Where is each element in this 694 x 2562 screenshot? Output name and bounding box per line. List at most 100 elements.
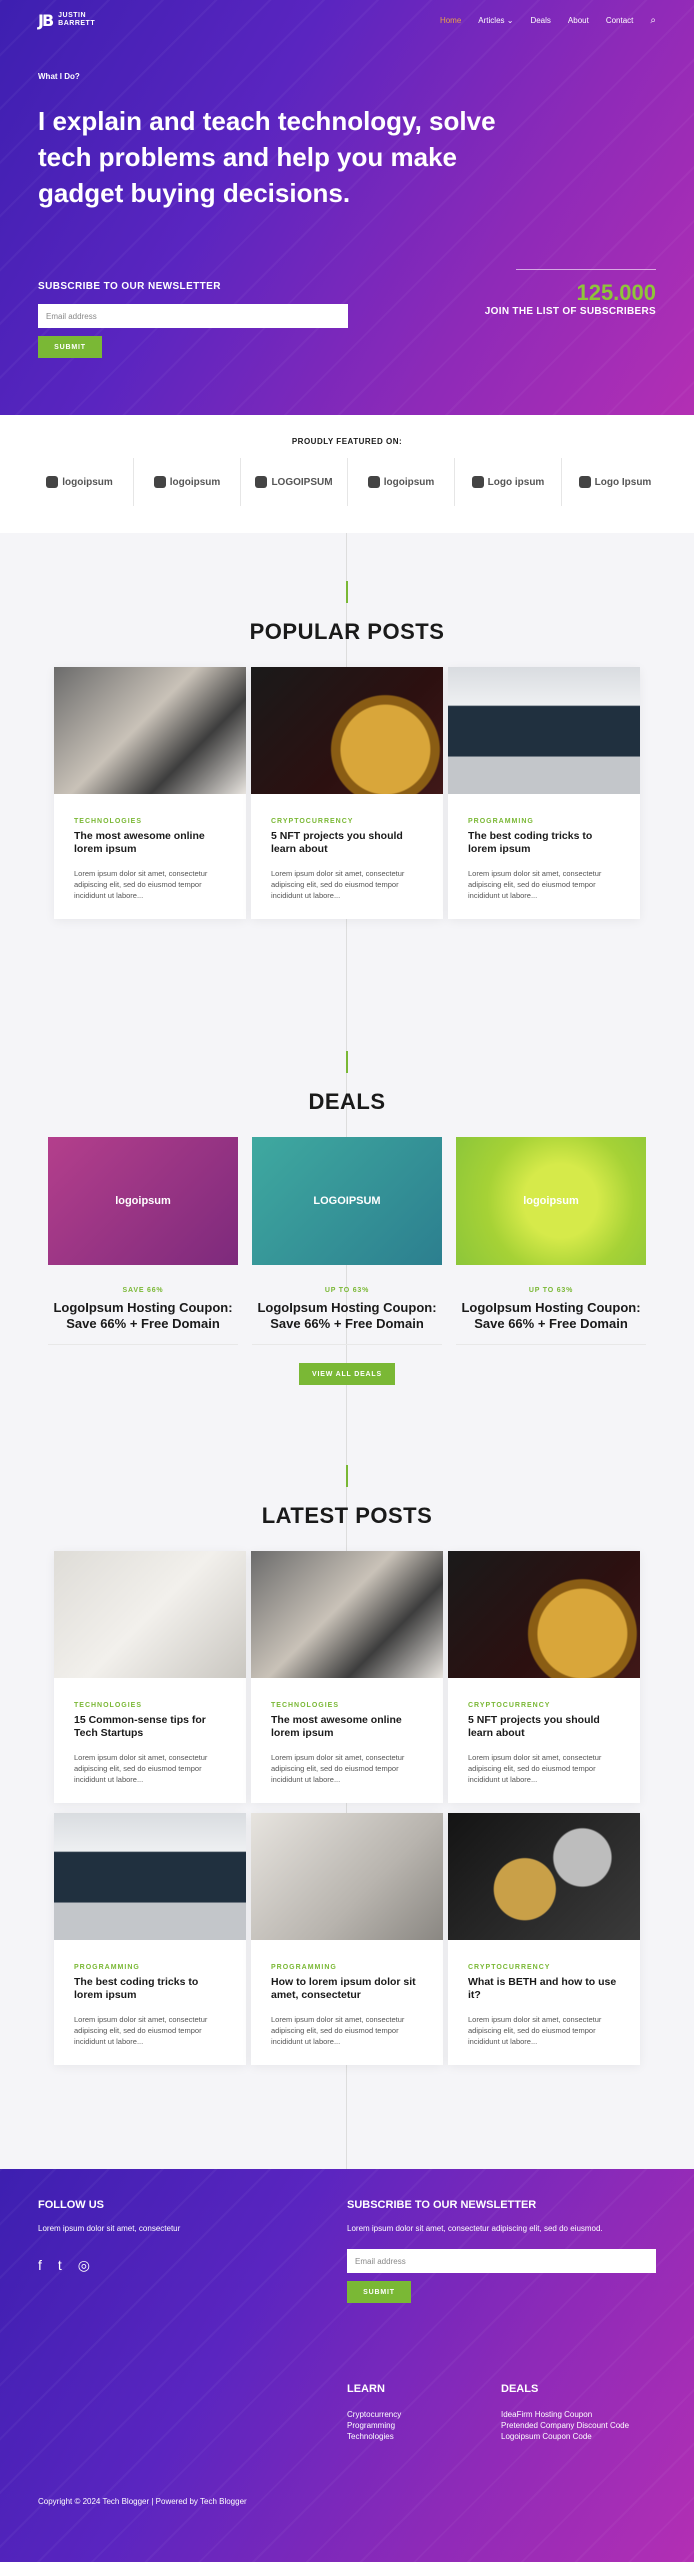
deal-title[interactable]: LogoIpsum Hosting Coupon: Save 66% + Fre… — [252, 1300, 442, 1345]
footer-link[interactable]: Cryptocurrency — [347, 2409, 501, 2420]
post-image[interactable] — [54, 1813, 246, 1940]
latest-posts: LATEST POSTS TECHNOLOGIES 15 Common-sense… — [0, 1403, 694, 2169]
search-icon[interactable]: ⌕ — [650, 15, 656, 26]
twitter-icon[interactable]: t — [58, 2257, 62, 2274]
post-title[interactable]: What is BETH and how to use it? — [468, 1976, 620, 2002]
post-image[interactable] — [54, 667, 246, 794]
post-image[interactable] — [251, 1813, 443, 1940]
post-title[interactable]: 5 NFT projects you should learn about — [271, 830, 423, 856]
post-title[interactable]: The most awesome online lorem ipsum — [271, 1714, 423, 1740]
post-card[interactable]: CRYPTOCURRENCY What is BETH and how to us… — [448, 1813, 640, 2065]
view-all-deals-button[interactable]: VIEW ALL DEALS — [299, 1363, 395, 1385]
deal-tag: SAVE 66% — [122, 1287, 164, 1294]
deal-image[interactable]: logoipsum — [48, 1137, 238, 1265]
deal-image[interactable]: LOGOIPSUM — [252, 1137, 442, 1265]
subscriber-label: JOIN THE LIST OF SUBSCRIBERS — [484, 306, 656, 317]
post-category[interactable]: CRYPTOCURRENCY — [468, 1702, 620, 1709]
logo-mark: JB — [38, 10, 54, 30]
featured-logo: logoipsum — [347, 458, 454, 506]
post-body: TECHNOLOGIES The most awesome online lore… — [54, 794, 246, 919]
nav-item[interactable]: Articles ⌄ — [478, 16, 513, 25]
footer-email-input[interactable]: Email address — [347, 2249, 656, 2273]
logo-name: logoipsum — [62, 476, 113, 488]
email-input[interactable]: Email address — [38, 304, 348, 328]
post-category[interactable]: PROGRAMMING — [468, 818, 620, 825]
post-card[interactable]: CRYPTOCURRENCY 5 NFT projects you should … — [448, 1551, 640, 1803]
hero-newsletter: SUBSCRIBE TO OUR NEWSLETTER Email addres… — [38, 281, 348, 358]
popular-posts: POPULAR POSTS TECHNOLOGIES The most aweso… — [0, 533, 694, 943]
post-image[interactable] — [448, 1551, 640, 1678]
post-card[interactable]: TECHNOLOGIES The most awesome online lore… — [251, 1551, 443, 1803]
footer-link[interactable]: Programming — [347, 2420, 501, 2431]
section-accent — [346, 1051, 348, 1073]
post-body: TECHNOLOGIES The most awesome online lore… — [251, 1678, 443, 1803]
deal-logo: logoipsum — [523, 1195, 579, 1207]
nav-item[interactable]: Home — [440, 16, 461, 25]
post-category[interactable]: TECHNOLOGIES — [74, 818, 226, 825]
featured-logo: Logo ipsum — [454, 458, 561, 506]
logo-name: Logo ipsum — [487, 476, 545, 488]
deal-cards: logoipsum SAVE 66% LogoIpsum Hosting Coupo… — [0, 1137, 694, 1345]
footer-link[interactable]: Pretended Company Discount Code — [501, 2420, 655, 2431]
post-card[interactable]: TECHNOLOGIES 15 Common-sense tips for Tec… — [54, 1551, 246, 1803]
deal-card[interactable]: LOGOIPSUM UP TO 63% LogoIpsum Hosting Coup… — [252, 1137, 442, 1345]
post-title[interactable]: The best coding tricks to lorem ipsum — [468, 830, 620, 856]
section-accent — [346, 581, 348, 603]
deal-title[interactable]: LogoIpsum Hosting Coupon: Save 66% + Fre… — [48, 1300, 238, 1345]
logo-icon — [578, 476, 591, 488]
post-category[interactable]: TECHNOLOGIES — [271, 1702, 423, 1709]
post-image[interactable] — [54, 1551, 246, 1678]
footer-submit-button[interactable]: SUBMIT — [347, 2281, 411, 2303]
post-card[interactable]: PROGRAMMING How to lorem ipsum dolor sit … — [251, 1813, 443, 2065]
post-card[interactable]: CRYPTOCURRENCY 5 NFT projects you should … — [251, 667, 443, 919]
subscriber-count: 125.000 JOIN THE LIST OF SUBSCRIBERS — [485, 269, 656, 358]
facebook-icon[interactable]: f — [38, 2257, 42, 2274]
site-logo[interactable]: JB JUSTIN BARRETT — [38, 11, 95, 30]
post-category[interactable]: PROGRAMMING — [271, 1964, 423, 1971]
post-title[interactable]: 5 NFT projects you should learn about — [468, 1714, 620, 1740]
deal-image[interactable]: logoipsum — [456, 1137, 646, 1265]
post-title[interactable]: How to lorem ipsum dolor sit amet, conse… — [271, 1976, 423, 2002]
section-title: LATEST POSTS — [261, 1503, 433, 1528]
footer-link[interactable]: IdeaFirm Hosting Coupon — [501, 2409, 655, 2420]
post-excerpt: Lorem ipsum dolor sit amet, consectetur … — [271, 2015, 405, 2046]
post-image[interactable] — [448, 1813, 640, 1940]
logo-text: JUSTIN BARRETT — [58, 12, 95, 28]
post-title[interactable]: 15 Common-sense tips for Tech Startups — [74, 1714, 226, 1740]
post-excerpt: Lorem ipsum dolor sit amet, consectetur … — [468, 1753, 602, 1784]
post-body: PROGRAMMING How to lorem ipsum dolor sit … — [251, 1940, 443, 2065]
post-category[interactable]: CRYPTOCURRENCY — [271, 818, 423, 825]
post-image[interactable] — [251, 1551, 443, 1678]
post-image[interactable] — [448, 667, 640, 794]
post-category[interactable]: PROGRAMMING — [74, 1964, 226, 1971]
hero-eyebrow: What I Do? — [38, 72, 80, 81]
post-body: PROGRAMMING The best coding tricks to lor… — [54, 1940, 246, 2065]
copyright: Copyright © 2024 Tech Blogger | Powered … — [38, 2497, 247, 2506]
post-card[interactable]: PROGRAMMING The best coding tricks to lor… — [54, 1813, 246, 2065]
deals-title: DEALS — [501, 2383, 539, 2395]
post-card[interactable]: PROGRAMMING The best coding tricks to lor… — [448, 667, 640, 919]
deal-card[interactable]: logoipsum SAVE 66% LogoIpsum Hosting Coupo… — [48, 1137, 238, 1345]
deal-card[interactable]: logoipsum UP TO 63% LogoIpsum Hosting Coup… — [456, 1137, 646, 1345]
post-title[interactable]: The most awesome online lorem ipsum — [74, 830, 226, 856]
submit-button[interactable]: SUBMIT — [38, 336, 102, 358]
post-category[interactable]: CRYPTOCURRENCY — [468, 1964, 620, 1971]
nav-item[interactable]: About — [568, 16, 589, 25]
instagram-icon[interactable]: ◎ — [78, 2257, 90, 2274]
post-card[interactable]: TECHNOLOGIES The most awesome online lore… — [54, 667, 246, 919]
deal-logo: LOGOIPSUM — [313, 1195, 381, 1207]
post-category[interactable]: TECHNOLOGIES — [74, 1702, 226, 1709]
featured-title: PROUDLY FEATURED ON: — [291, 437, 403, 446]
logo-line2: BARRETT — [58, 20, 96, 27]
footer-link[interactable]: Logoipsum Coupon Code — [501, 2431, 655, 2442]
post-body: PROGRAMMING The best coding tricks to lor… — [448, 794, 640, 919]
footer-link[interactable]: Technologies — [347, 2431, 501, 2442]
deal-title[interactable]: LogoIpsum Hosting Coupon: Save 66% + Fre… — [456, 1300, 646, 1345]
nav-item[interactable]: Contact — [606, 16, 634, 25]
nav-item[interactable]: Deals — [530, 16, 550, 25]
post-image[interactable] — [251, 667, 443, 794]
logo-icon — [153, 476, 166, 488]
logo-name: Logo Ipsum — [594, 476, 652, 488]
logo-line1: JUSTIN — [58, 12, 87, 19]
post-title[interactable]: The best coding tricks to lorem ipsum — [74, 1976, 226, 2002]
